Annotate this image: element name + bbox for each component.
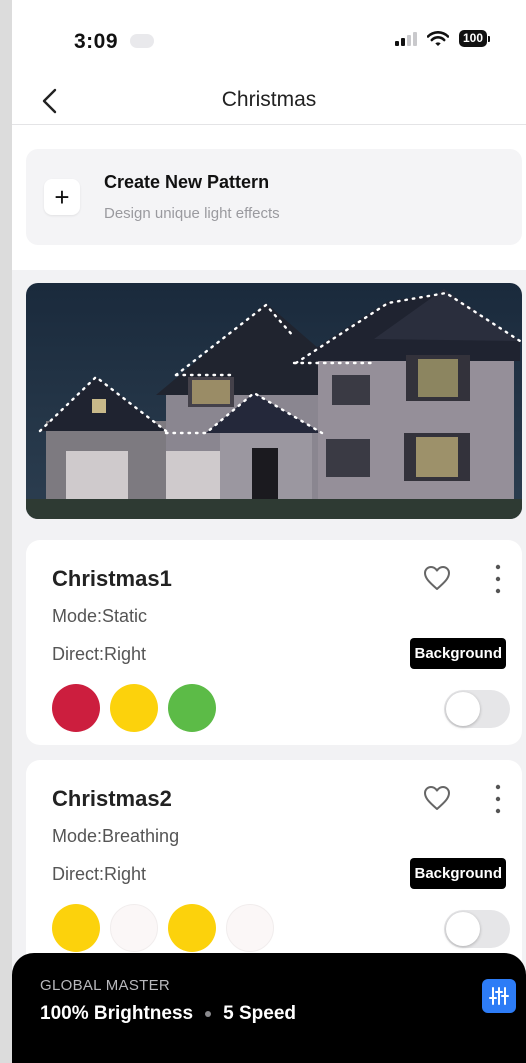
pattern-toggle[interactable] [444,690,510,728]
phone-screen: 3:09 100 Christmas + Create New Pattern [12,0,526,1063]
pattern-name: Christmas1 [52,566,172,591]
pattern-mode: Mode:Breathing [52,826,180,846]
create-pattern-subtitle: Design unique light effects [104,205,280,222]
background-button[interactable]: Background [410,638,506,669]
background-button[interactable]: Background [410,858,506,889]
create-new-pattern-button[interactable]: + Create New Pattern Design unique light… [26,149,522,245]
color-swatch[interactable] [168,684,216,732]
color-swatch[interactable] [52,684,100,732]
global-brightness: 100% Brightness [40,1003,194,1024]
color-swatch[interactable] [110,684,158,732]
create-pattern-title: Create New Pattern [104,172,270,192]
more-vertical-icon[interactable] [492,562,504,596]
heart-icon[interactable] [422,784,452,812]
sliders-icon[interactable] [482,979,516,1013]
global-master-label: GLOBAL MASTER [40,977,171,994]
pattern-direction: Direct:Right [52,644,147,664]
separator-dot [205,1011,212,1017]
pattern-toggle[interactable] [444,910,510,948]
house-lights-image [26,283,522,519]
page-title: Christmas [221,88,317,111]
pattern-direction: Direct:Right [52,864,147,884]
nav-bar: Christmas [12,80,526,125]
color-swatch[interactable] [168,904,216,952]
battery-level: 100 [458,30,487,47]
color-swatch[interactable] [226,904,274,952]
global-speed: 5 Speed [223,1003,296,1024]
status-blurred-indicator [130,34,154,48]
status-icons: 100 [394,30,490,47]
battery-icon: 100 [458,30,490,47]
global-master-info: 100% Brightness 5 Speed [40,1003,296,1025]
plus-icon: + [44,179,80,215]
global-master-panel[interactable]: GLOBAL MASTER 100% Brightness 5 Speed [12,953,526,1063]
pattern-name: Christmas2 [52,786,172,811]
pattern-mode: Mode:Static [52,606,148,626]
more-vertical-icon[interactable] [492,782,504,816]
color-swatch[interactable] [110,904,158,952]
wifi-icon [426,30,449,46]
color-swatches [52,904,274,952]
pattern-card[interactable]: Christmas1 Mode:Static Direct:Right Back… [26,540,522,745]
heart-icon[interactable] [422,564,452,592]
color-swatches [52,684,216,732]
status-time: 3:09 [74,30,119,53]
status-bar: 3:09 100 [12,0,526,80]
signal-icon [394,31,417,46]
color-swatch[interactable] [52,904,100,952]
